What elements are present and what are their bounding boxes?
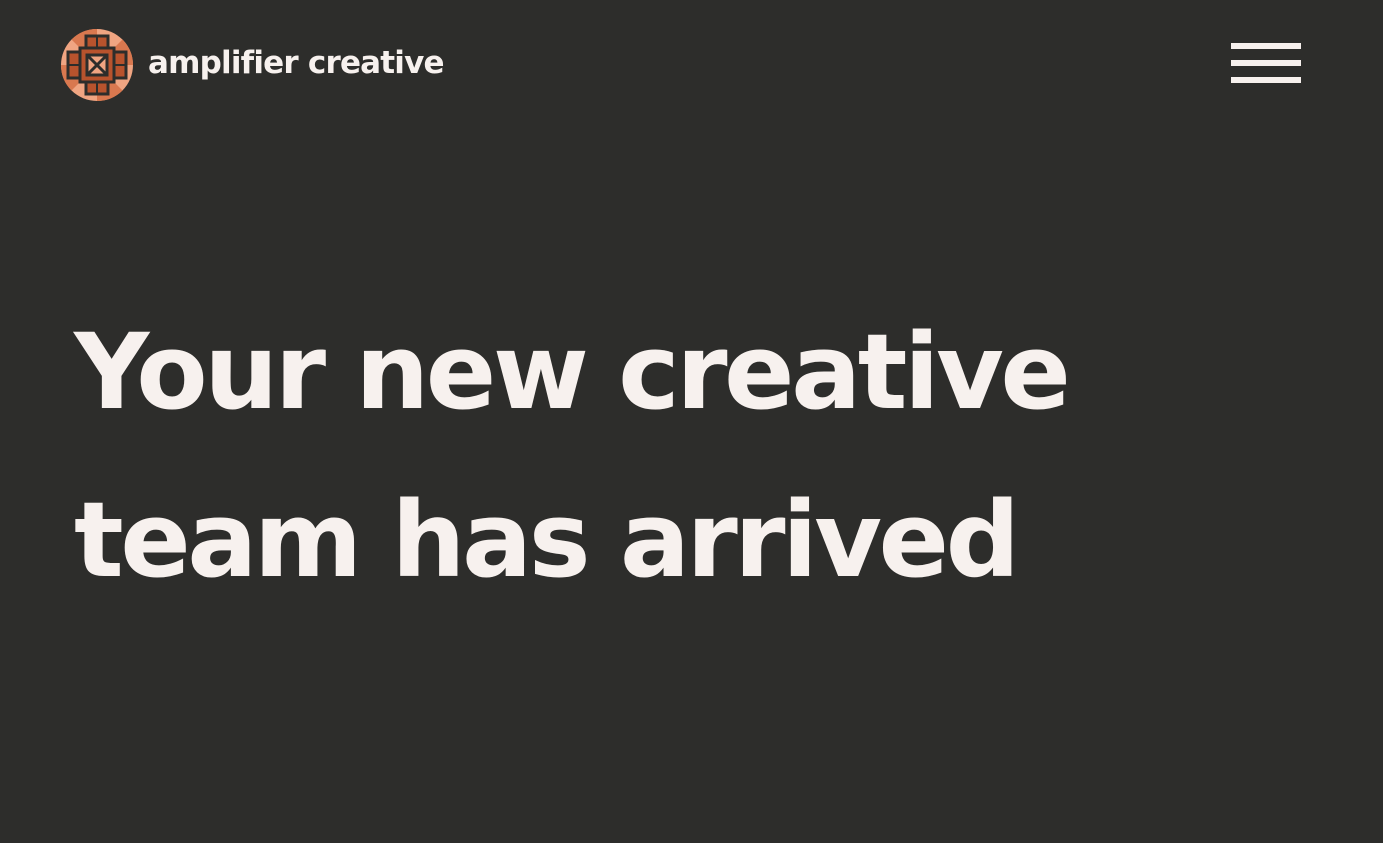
home-logo-link[interactable]: amplifier creative bbox=[60, 28, 445, 102]
amplifier-logo-icon bbox=[60, 28, 134, 102]
menu-bar-bottom bbox=[1231, 77, 1301, 83]
hero-title-line-1: Your new creative bbox=[74, 311, 1071, 433]
hero-section: Your new creative team has arrived bbox=[74, 288, 1174, 624]
menu-bar-top bbox=[1231, 43, 1301, 49]
hamburger-menu-icon[interactable] bbox=[1231, 43, 1301, 83]
hero-title-line-2: team has arrived bbox=[74, 479, 1020, 601]
brand-name: amplifier creative bbox=[148, 44, 445, 81]
site-header: amplifier creative bbox=[0, 0, 1383, 130]
hero-title: Your new creative team has arrived bbox=[74, 288, 1174, 624]
menu-bar-middle bbox=[1231, 60, 1301, 66]
